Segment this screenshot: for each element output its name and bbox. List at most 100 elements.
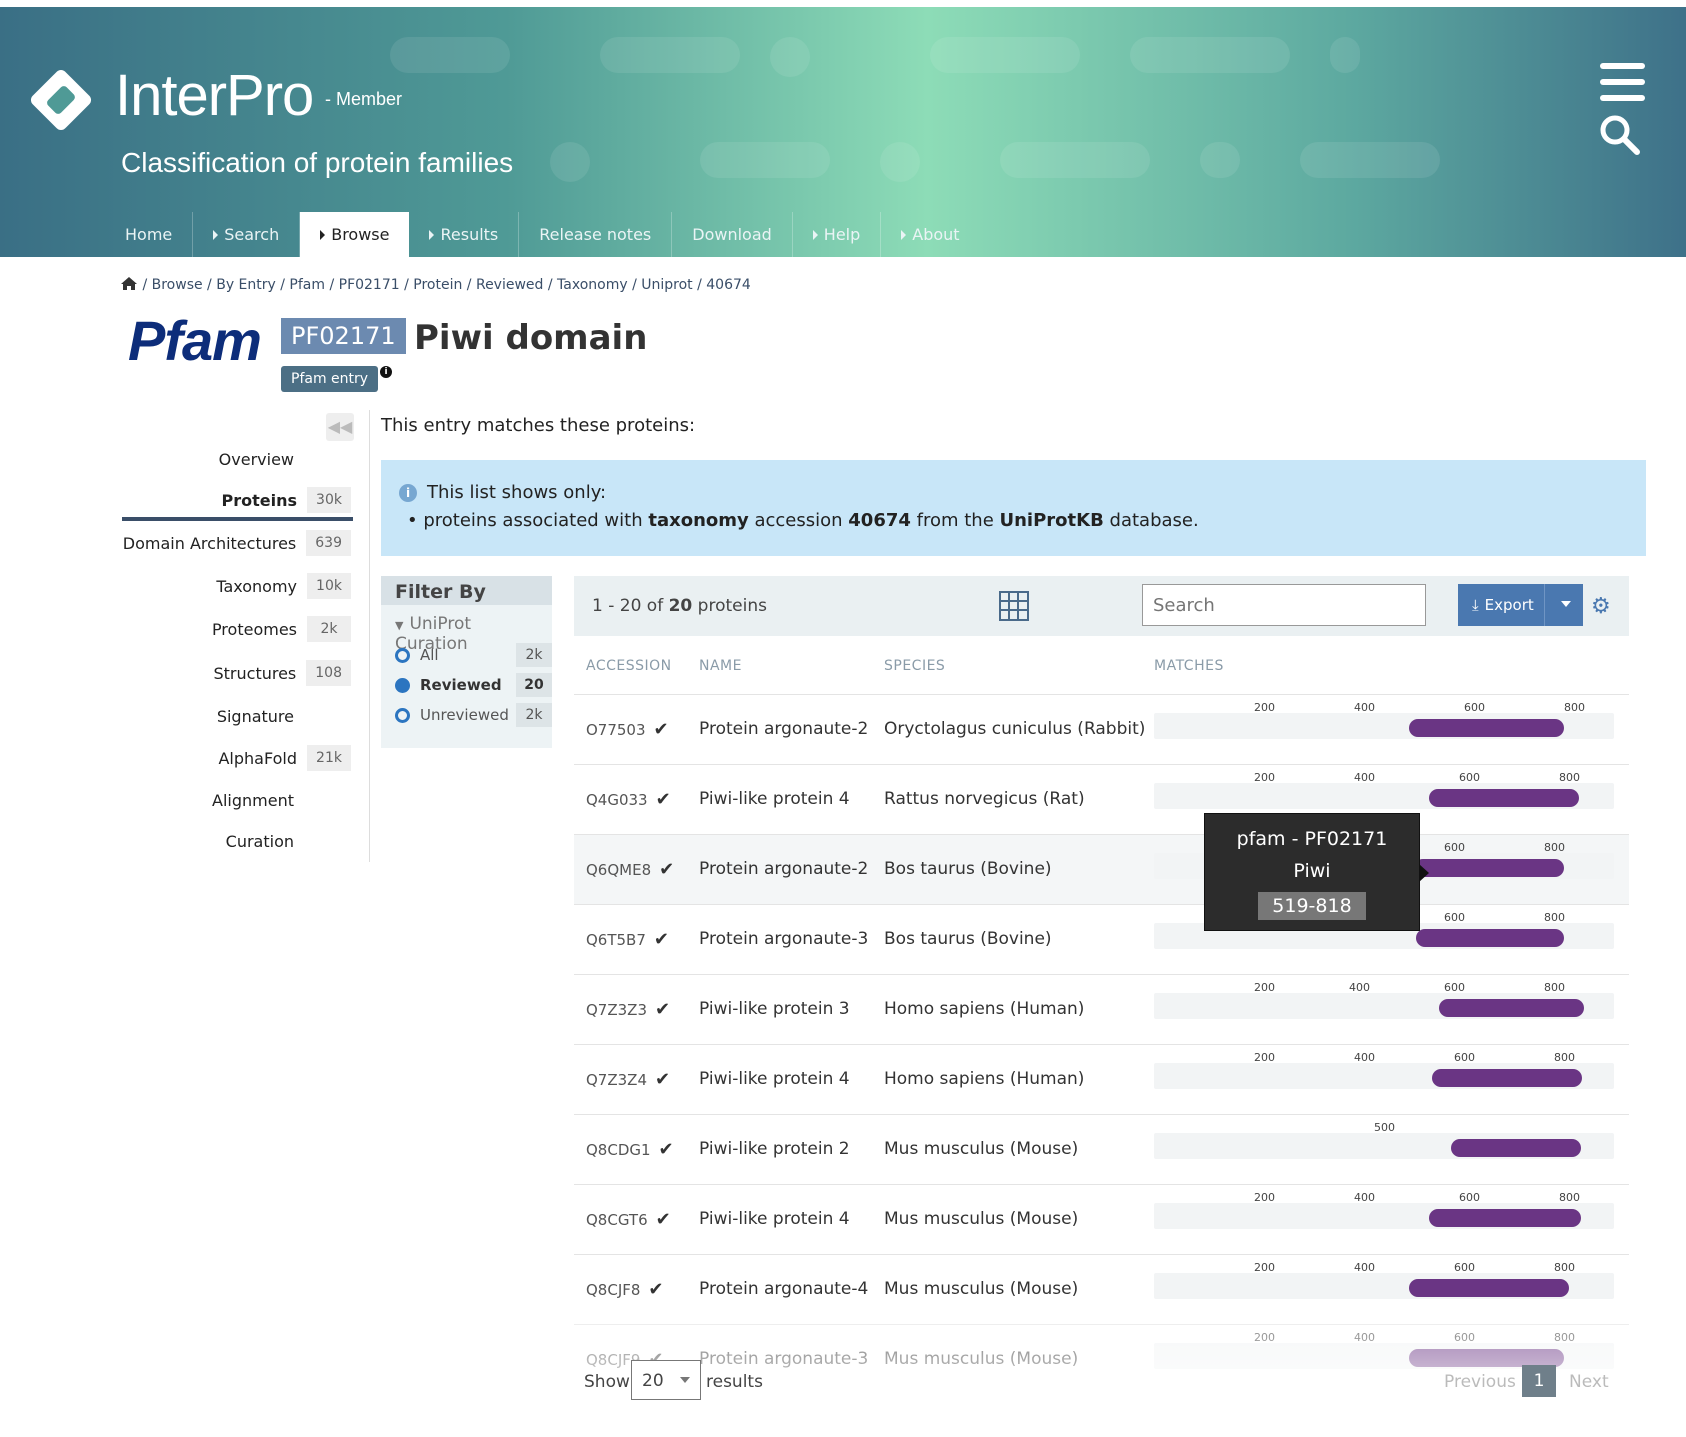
radio-button[interactable] — [395, 647, 410, 663]
nav-home[interactable]: Home — [105, 212, 194, 257]
pfam-match-bar[interactable] — [1409, 1279, 1569, 1297]
sidebar-item-proteomes[interactable]: Proteomes 2k — [212, 614, 351, 644]
pfam-match-bar[interactable] — [1432, 1069, 1582, 1087]
table-row[interactable]: Q8CDG1 ✔ Piwi-like protein 2 Mus musculus (… — [574, 1114, 1629, 1184]
protein-accession[interactable]: Q8CDG1 ✔ — [586, 1139, 674, 1160]
sidebar-item-structures[interactable]: Structures 108 — [214, 658, 351, 688]
protein-name[interactable]: Piwi-like protein 4 — [699, 1069, 850, 1089]
column-header-accession[interactable]: ACCESSION — [586, 658, 672, 674]
pfam-match-bar[interactable] — [1416, 929, 1564, 947]
protein-name[interactable]: Protein argonaute-2 — [699, 859, 868, 879]
pfam-match-bar[interactable] — [1429, 789, 1579, 807]
sidebar-item-alphafold[interactable]: AlphaFold 21k — [218, 743, 351, 773]
protein-name[interactable]: Piwi-like protein 4 — [699, 1209, 850, 1229]
protein-name[interactable]: Piwi-like protein 4 — [699, 789, 850, 809]
accession-text[interactable]: Q7Z3Z3 — [586, 1001, 647, 1019]
protein-accession[interactable]: Q6QME8 ✔ — [586, 859, 674, 880]
protein-species[interactable]: Homo sapiens (Human) — [884, 999, 1084, 1019]
interpro-logo[interactable] — [24, 63, 98, 137]
breadcrumb-path[interactable]: / Browse / By Entry / Pfam / PF02171 / P… — [142, 277, 750, 293]
protein-species[interactable]: Oryctolagus cuniculus (Rabbit) — [884, 719, 1145, 739]
next-page-button[interactable]: Next — [1569, 1372, 1609, 1392]
gear-icon[interactable]: ⚙ — [1591, 594, 1611, 619]
protein-species[interactable]: Rattus norvegicus (Rat) — [884, 789, 1085, 809]
sidebar-item-domain-architectures[interactable]: Domain Architectures 639 — [123, 528, 351, 558]
table-row[interactable]: Q6T5B7 ✔ Protein argonaute-3 Bos taurus (Bo… — [574, 904, 1629, 974]
protein-accession[interactable]: O77503 ✔ — [586, 719, 669, 740]
accession-text[interactable]: Q6T5B7 — [586, 931, 646, 949]
accession-text[interactable]: Q4G033 — [586, 791, 648, 809]
nav-search[interactable]: Search — [193, 212, 301, 257]
sidebar-item-curation[interactable]: Curation — [226, 826, 294, 856]
radio-button-selected[interactable] — [395, 677, 410, 693]
table-row[interactable]: Q7Z3Z4 ✔ Piwi-like protein 4 Homo sapiens (… — [574, 1044, 1629, 1114]
brand-name[interactable]: InterPro — [115, 62, 314, 129]
protein-species[interactable]: Mus musculus (Mouse) — [884, 1279, 1078, 1299]
protein-species[interactable]: Homo sapiens (Human) — [884, 1069, 1084, 1089]
pfam-match-bar[interactable] — [1409, 719, 1564, 737]
sidebar-item-signature[interactable]: Signature — [217, 701, 294, 731]
nav-release-notes[interactable]: Release notes — [519, 212, 673, 257]
protein-name[interactable]: Protein argonaute-2 — [699, 719, 868, 739]
radio-button[interactable] — [395, 707, 410, 723]
protein-name[interactable]: Protein argonaute-4 — [699, 1279, 868, 1299]
page-size-select[interactable]: 20 — [631, 1360, 701, 1400]
protein-species[interactable]: Mus musculus (Mouse) — [884, 1209, 1078, 1229]
home-icon[interactable] — [120, 276, 138, 291]
table-row[interactable]: Q6QME8 ✔ Protein argonaute-2 Bos taurus (Bo… — [574, 834, 1629, 904]
chevron-down-icon[interactable] — [1561, 601, 1571, 607]
sidebar-item-overview[interactable]: Overview — [219, 444, 294, 474]
table-row[interactable]: Q8CJF8 ✔ Protein argonaute-4 Mus musculus (… — [574, 1254, 1629, 1324]
grid-view-icon[interactable] — [999, 591, 1029, 621]
table-row[interactable]: Q4G033 ✔ Piwi-like protein 4 Rattus norvegi… — [574, 764, 1629, 834]
filter-option-reviewed[interactable]: Reviewed 20 — [395, 673, 552, 697]
column-header-name[interactable]: NAME — [699, 658, 742, 674]
search-icon[interactable] — [1598, 113, 1642, 157]
pfam-match-bar[interactable] — [1429, 1209, 1581, 1227]
nav-help[interactable]: Help — [793, 212, 882, 257]
protein-name[interactable]: Piwi-like protein 3 — [699, 999, 850, 1019]
protein-accession[interactable]: Q6T5B7 ✔ — [586, 929, 669, 950]
column-header-matches[interactable]: MATCHES — [1154, 658, 1224, 674]
hamburger-menu-icon[interactable] — [1600, 63, 1645, 101]
protein-accession[interactable]: Q7Z3Z3 ✔ — [586, 999, 670, 1020]
table-row[interactable]: O77503 ✔ Protein argonaute-2 Oryctolagus cu… — [574, 694, 1629, 764]
protein-species[interactable]: Bos taurus (Bovine) — [884, 859, 1052, 879]
collapse-sidebar-icon[interactable]: ◀◀ — [326, 413, 354, 441]
accession-text[interactable]: Q8CDG1 — [586, 1141, 651, 1159]
nav-about[interactable]: About — [881, 212, 979, 257]
protein-accession[interactable]: Q7Z3Z4 ✔ — [586, 1069, 670, 1090]
protein-accession[interactable]: Q8CGT6 ✔ — [586, 1209, 671, 1230]
pfam-match-bar[interactable] — [1451, 1139, 1581, 1157]
protein-name[interactable]: Piwi-like protein 2 — [699, 1139, 850, 1159]
accession-text[interactable]: Q7Z3Z4 — [586, 1071, 647, 1089]
nav-download[interactable]: Download — [672, 212, 793, 257]
pfam-match-bar[interactable] — [1439, 999, 1584, 1017]
table-row[interactable]: Q8CGT6 ✔ Piwi-like protein 4 Mus musculus (… — [574, 1184, 1629, 1254]
filter-option-all[interactable]: All 2k — [395, 643, 552, 667]
protein-name[interactable]: Protein argonaute-3 — [699, 929, 868, 949]
accession-text[interactable]: Q6QME8 — [586, 861, 651, 879]
protein-species[interactable]: Mus musculus (Mouse) — [884, 1139, 1078, 1159]
sidebar-item-proteins[interactable]: Proteins 30k — [221, 485, 351, 515]
pfam-match-bar[interactable] — [1414, 859, 1564, 877]
nav-results[interactable]: Results — [409, 212, 520, 257]
previous-page-button[interactable]: Previous — [1444, 1372, 1516, 1392]
filter-option-unreviewed[interactable]: Unreviewed 2k — [395, 703, 552, 727]
protein-species[interactable]: Bos taurus (Bovine) — [884, 929, 1052, 949]
protein-accession[interactable]: Q8CJF8 ✔ — [586, 1279, 664, 1300]
table-row[interactable]: Q7Z3Z3 ✔ Piwi-like protein 3 Homo sapiens (… — [574, 974, 1629, 1044]
match-scale-tick: 200 — [1254, 1191, 1275, 1204]
accession-text[interactable]: Q8CGT6 — [586, 1211, 648, 1229]
column-header-species[interactable]: SPECIES — [884, 658, 945, 674]
info-icon[interactable]: i — [380, 366, 392, 378]
accession-text[interactable]: Q8CJF8 — [586, 1281, 640, 1299]
protein-accession[interactable]: Q4G033 ✔ — [586, 789, 671, 810]
accession-text[interactable]: O77503 — [586, 721, 646, 739]
nav-browse[interactable]: Browse — [300, 212, 410, 257]
export-button[interactable]: ⤓ Export — [1458, 584, 1583, 626]
sidebar-item-alignment[interactable]: Alignment — [212, 785, 294, 815]
sidebar-item-taxonomy[interactable]: Taxonomy 10k — [216, 571, 351, 601]
table-search-input[interactable] — [1142, 584, 1426, 626]
page-1-button[interactable]: 1 — [1522, 1365, 1556, 1397]
